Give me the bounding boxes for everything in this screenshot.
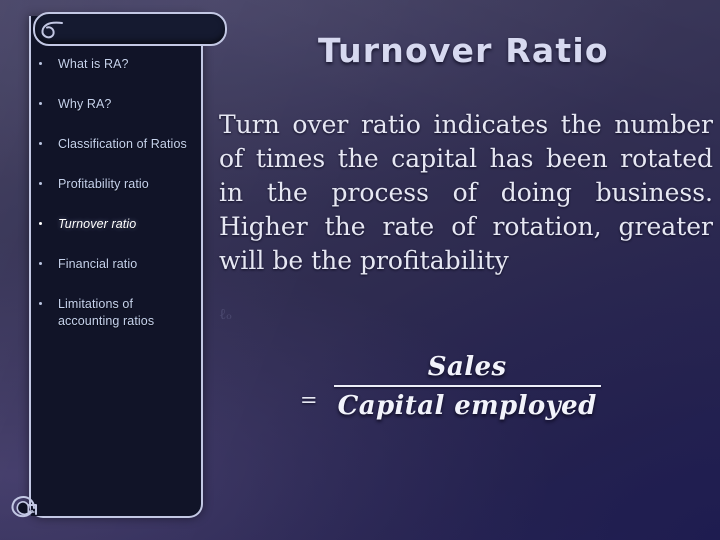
bullet-dot-icon — [39, 222, 42, 225]
formula-numerator: Sales — [427, 352, 507, 382]
sidebar-item-what-is-ra[interactable]: What is RA? — [33, 56, 197, 73]
sidebar-item-limitations-of-accounting-ratios[interactable]: Limitations of accounting ratios — [33, 296, 197, 330]
scroll-curl-bottom-icon — [11, 496, 37, 518]
sidebar-item-label: Limitations of accounting ratios — [58, 297, 155, 328]
bullet-dot-icon — [39, 262, 42, 265]
scroll-curl-top-icon — [41, 21, 63, 39]
sidebar-toc-list: What is RA? Why RA? Classification of Ra… — [33, 56, 197, 353]
sidebar-item-classification-of-ratios[interactable]: Classification of Ratios — [33, 136, 197, 153]
bullet-dot-icon — [39, 102, 42, 105]
sidebar-item-label: Classification of Ratios — [58, 137, 187, 151]
slide-body-paragraph: Turn over ratio indicates the number of … — [219, 110, 713, 275]
slide-title: Turnover Ratio — [318, 31, 609, 70]
formula-denominator: Capital employed — [337, 391, 597, 421]
formula-fraction: Sales Capital employed — [333, 352, 601, 421]
formula-equals-sign: = — [300, 387, 318, 412]
sidebar-item-label: Financial ratio — [58, 257, 138, 271]
sidebar-item-financial-ratio[interactable]: Financial ratio — [33, 256, 197, 273]
faint-watermark-artifact: ℓₒ — [219, 305, 232, 323]
bullet-dot-icon — [39, 142, 42, 145]
bullet-dot-icon — [39, 182, 42, 185]
sidebar-item-profitability-ratio[interactable]: Profitability ratio — [33, 176, 197, 193]
scroll-sidebar: What is RA? Why RA? Classification of Ra… — [0, 0, 240, 540]
sidebar-item-label: Why RA? — [58, 97, 112, 111]
sidebar-item-why-ra[interactable]: Why RA? — [33, 96, 197, 113]
turnover-ratio-formula: = Sales Capital employed — [300, 352, 601, 421]
sidebar-item-label: Profitability ratio — [58, 177, 149, 191]
presentation-slide: What is RA? Why RA? Classification of Ra… — [0, 0, 720, 540]
bullet-dot-icon — [39, 302, 42, 305]
bullet-dot-icon — [39, 62, 42, 65]
sidebar-item-label: What is RA? — [58, 57, 129, 71]
sidebar-item-label: Turnover ratio — [58, 217, 137, 231]
sidebar-item-turnover-ratio[interactable]: Turnover ratio — [33, 216, 197, 233]
